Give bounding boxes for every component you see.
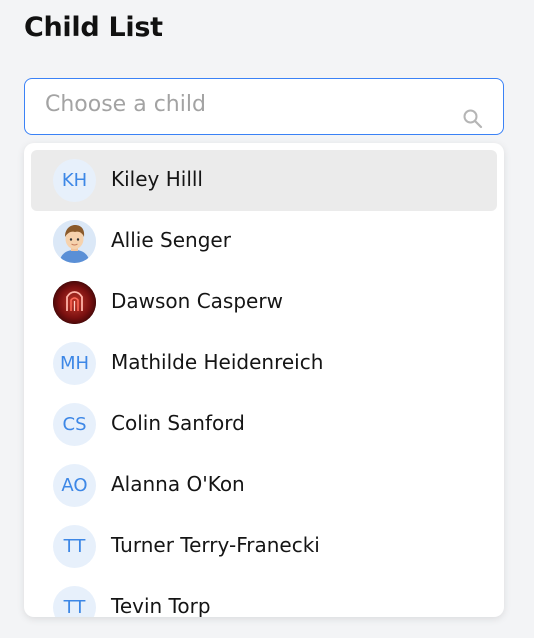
avatar: TT <box>53 586 96 617</box>
child-option[interactable]: Dawson Casperw <box>31 272 497 333</box>
child-name: Mathilde Heidenreich <box>111 350 324 374</box>
child-option[interactable]: MH Mathilde Heidenreich <box>31 333 497 394</box>
child-combobox[interactable] <box>24 78 504 135</box>
child-name: Colin Sanford <box>111 411 245 435</box>
child-name: Tevin Torp <box>111 594 211 617</box>
child-option[interactable]: AO Alanna O'Kon <box>31 455 497 516</box>
child-option[interactable]: TT Tevin Torp <box>31 577 497 617</box>
child-options-listbox[interactable]: KH Kiley Hilll Allie Senger Dawson Caspe… <box>24 143 504 617</box>
avatar: MH <box>53 342 96 385</box>
avatar: CS <box>53 403 96 446</box>
avatar-initials: AO <box>61 475 88 496</box>
boy-avatar-image <box>53 220 96 263</box>
child-list-page: Child List KH Kiley Hilll <box>0 0 534 638</box>
avatar-initials: TT <box>63 536 86 557</box>
avatar: KH <box>53 159 96 202</box>
child-option[interactable]: Allie Senger <box>31 211 497 272</box>
child-name: Alanna O'Kon <box>111 472 245 496</box>
avatar: TT <box>53 525 96 568</box>
avatar: AO <box>53 464 96 507</box>
child-name: Allie Senger <box>111 228 231 252</box>
child-option[interactable]: CS Colin Sanford <box>31 394 497 455</box>
avatar-initials: MH <box>59 353 90 374</box>
child-option[interactable]: KH Kiley Hilll <box>31 150 497 211</box>
avatar <box>53 281 96 324</box>
child-name: Dawson Casperw <box>111 289 283 313</box>
avatar <box>53 220 96 263</box>
child-name: Kiley Hilll <box>111 167 203 191</box>
search-input[interactable] <box>25 79 503 134</box>
child-option[interactable]: TT Turner Terry-Franecki <box>31 516 497 577</box>
avatar-initials: TT <box>63 597 86 617</box>
avatar-initials: CS <box>62 414 87 435</box>
search-icon <box>463 109 483 129</box>
red-neon-avatar-image <box>53 281 96 324</box>
page-title: Child List <box>24 12 163 43</box>
child-name: Turner Terry-Franecki <box>111 533 320 557</box>
avatar-initials: KH <box>61 170 88 191</box>
